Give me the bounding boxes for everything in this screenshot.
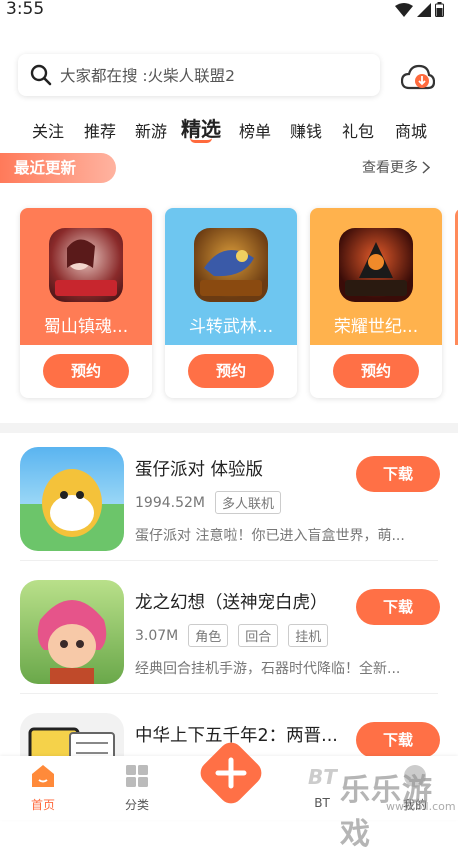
download-button[interactable]: 下载	[356, 722, 440, 758]
app-tag: 回合	[238, 624, 279, 647]
status-bar: 3:55	[0, 0, 458, 22]
see-more-label: 查看更多	[362, 160, 418, 176]
game-card[interactable]: 斗转武林... 预约	[165, 208, 297, 398]
nav-home-label: 首页	[30, 798, 55, 812]
row-separator	[20, 693, 438, 694]
app-icon	[20, 447, 124, 551]
app-title: 蛋仔派对 体验版	[135, 460, 264, 480]
nav-home[interactable]: 首页	[13, 764, 73, 813]
cloud-download-icon[interactable]	[401, 62, 435, 92]
list-item[interactable]: 龙之幻想（送神宠白虎） 3.07M 角色 回合 挂机 经典回合挂机手游，石器时代…	[0, 566, 458, 694]
grid-icon	[126, 765, 148, 787]
status-time: 3:55	[6, 0, 45, 19]
game-icon	[339, 228, 413, 302]
nav-category-label: 分类	[124, 798, 149, 812]
tab-active-indicator	[190, 138, 212, 143]
download-button[interactable]: 下载	[356, 589, 440, 625]
tab-earn[interactable]: 赚钱	[290, 118, 322, 142]
app-size: 1994.52M	[135, 494, 205, 511]
app-description: 经典回合挂机手游，石器时代降临！全新...	[135, 661, 401, 677]
app-tag: 挂机	[288, 624, 329, 647]
row-separator	[20, 560, 438, 561]
search-icon	[30, 64, 52, 86]
app-size: 3.07M	[135, 627, 179, 644]
home-icon	[32, 765, 54, 787]
tab-gifts[interactable]: 礼包	[342, 118, 374, 142]
game-card[interactable]: 蜀山镇魂... 预约	[20, 208, 152, 398]
game-card-banner: 荣耀世纪...	[310, 208, 442, 345]
app-icon	[20, 580, 124, 684]
status-icons	[395, 2, 444, 17]
game-card-name: 蜀山镇魂...	[43, 317, 129, 337]
chevron-right-icon	[422, 160, 430, 174]
tab-store[interactable]: 商城	[395, 118, 427, 142]
tab-ranking[interactable]: 榜单	[239, 118, 271, 142]
app-tag: 多人联机	[214, 491, 281, 514]
nav-category[interactable]: 分类	[107, 764, 167, 813]
game-card-name: 斗转武林...	[188, 317, 274, 337]
reserve-button[interactable]: 预约	[188, 354, 274, 388]
watermark-url: www.6ll.com	[386, 800, 456, 813]
battery-icon	[435, 2, 444, 17]
app-meta: 1994.52M 多人联机	[135, 491, 281, 514]
search-placeholder: 大家都在搜 :火柴人联盟2	[60, 67, 236, 85]
app-meta: 3.07M 角色 回合 挂机	[135, 624, 329, 647]
game-card-name: 荣耀世纪...	[333, 317, 419, 337]
app-title: 龙之幻想（送神宠白虎）	[135, 593, 328, 613]
game-card[interactable]: 荣耀世纪... 预约	[310, 208, 442, 398]
search-bar[interactable]: 大家都在搜 :火柴人联盟2	[18, 54, 380, 96]
reserve-button[interactable]: 预约	[43, 354, 129, 388]
app-description: 蛋仔派对 注意啦！你已进入盲盒世界，萌...	[135, 528, 405, 544]
download-button[interactable]: 下载	[356, 456, 440, 492]
reserve-button[interactable]: 预约	[333, 354, 419, 388]
svg-text:BT: BT	[308, 765, 338, 788]
game-icon	[49, 228, 123, 302]
bt-icon: BT	[308, 765, 338, 789]
game-card-banner: 蜀山镇魂...	[20, 208, 152, 345]
tab-featured[interactable]: 精选	[181, 113, 221, 143]
tab-recommend[interactable]: 推荐	[84, 118, 116, 142]
see-more-link[interactable]: 查看更多	[362, 157, 430, 177]
wifi-icon	[395, 2, 413, 17]
recent-updates-title: 最近更新	[0, 153, 116, 183]
tab-follow[interactable]: 关注	[32, 118, 64, 142]
tab-new-games[interactable]: 新游	[135, 118, 167, 142]
app-tag: 角色	[188, 624, 229, 647]
add-button[interactable]	[196, 738, 266, 808]
list-item[interactable]: 蛋仔派对 体验版 1994.52M 多人联机 蛋仔派对 注意啦！你已进入盲盒世界…	[0, 433, 458, 561]
category-tabs: 关注 推荐 新游 精选 榜单 赚钱 礼包 商城	[0, 112, 458, 144]
game-icon	[194, 228, 268, 302]
section-divider	[0, 423, 458, 433]
game-card-banner: 斗转武林...	[165, 208, 297, 345]
signal-icon	[417, 2, 431, 17]
